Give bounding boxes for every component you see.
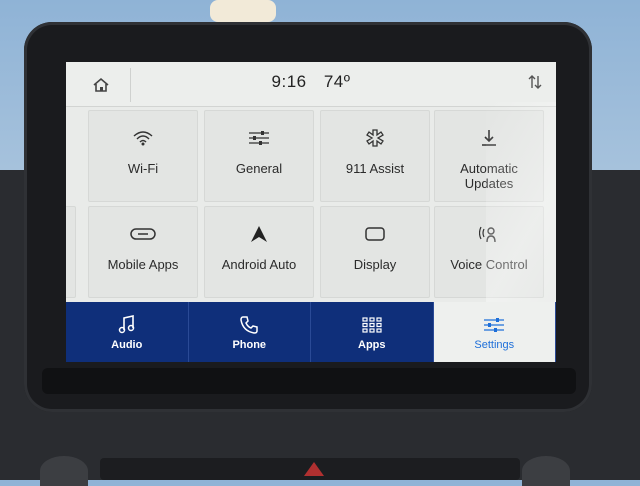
left-knob[interactable] <box>40 456 88 486</box>
tile-911-assist[interactable]: 911 Assist <box>320 110 430 202</box>
tile-label: 911 Assist <box>345 161 405 176</box>
voice-icon <box>479 226 496 243</box>
nav-label: Audio <box>111 339 143 351</box>
tile-automatic-updates[interactable]: Automatic Updates <box>434 110 544 202</box>
music-icon <box>118 315 134 334</box>
tile-display[interactable]: Display <box>320 206 430 298</box>
tile-offscreen-left <box>66 206 76 298</box>
emergency-icon <box>366 129 384 147</box>
download-icon <box>482 130 496 146</box>
infotainment-screen: 9:16 74º Wi-Fi General 911 Assist Automa… <box>66 62 556 362</box>
settings-sliders-icon <box>484 318 505 332</box>
tile-label: Display <box>353 257 397 272</box>
tile-label: Automatic Updates <box>460 161 518 191</box>
nav-settings[interactable]: Settings <box>433 302 556 362</box>
temperature-display: 74º <box>323 72 351 91</box>
nav-label: Apps <box>358 339 386 351</box>
background-cloud <box>210 0 276 22</box>
tile-label: Wi-Fi <box>127 161 159 176</box>
bezel-lower-lip <box>42 368 576 394</box>
nav-label: Phone <box>232 339 267 351</box>
status-clock: 9:16 74º <box>66 72 556 92</box>
nav-audio[interactable]: Audio <box>66 302 189 362</box>
nav-phone[interactable]: Phone <box>189 302 311 362</box>
bottom-nav-bar: Audio Phone Apps Settings <box>66 302 556 362</box>
tile-label: General <box>235 161 283 176</box>
tile-android-auto[interactable]: Android Auto <box>204 206 314 298</box>
nav-apps[interactable]: Apps <box>311 302 434 362</box>
tile-general[interactable]: General <box>204 110 314 202</box>
sliders-icon <box>249 131 269 145</box>
tile-wifi[interactable]: Wi-Fi <box>88 110 198 202</box>
sort-arrows-icon <box>528 75 542 89</box>
phone-icon <box>240 316 258 334</box>
link-icon <box>130 228 156 240</box>
time-display: 9:16 <box>271 72 307 91</box>
tile-label: Voice Control <box>450 257 528 272</box>
tile-label: Android Auto <box>221 257 297 272</box>
status-bar: 9:16 74º <box>66 62 556 107</box>
tile-mobile-apps[interactable]: Mobile Apps <box>88 206 198 298</box>
sort-button[interactable] <box>528 74 542 95</box>
apps-grid-icon <box>362 317 382 333</box>
nav-label: Settings <box>474 339 515 351</box>
display-icon <box>365 227 385 241</box>
tile-label: Mobile Apps <box>107 257 179 272</box>
hazard-button[interactable] <box>304 462 324 476</box>
android-auto-icon <box>251 226 267 242</box>
tile-voice-control[interactable]: Voice Control <box>434 206 544 298</box>
right-knob[interactable] <box>522 456 570 486</box>
wifi-icon <box>133 131 153 146</box>
